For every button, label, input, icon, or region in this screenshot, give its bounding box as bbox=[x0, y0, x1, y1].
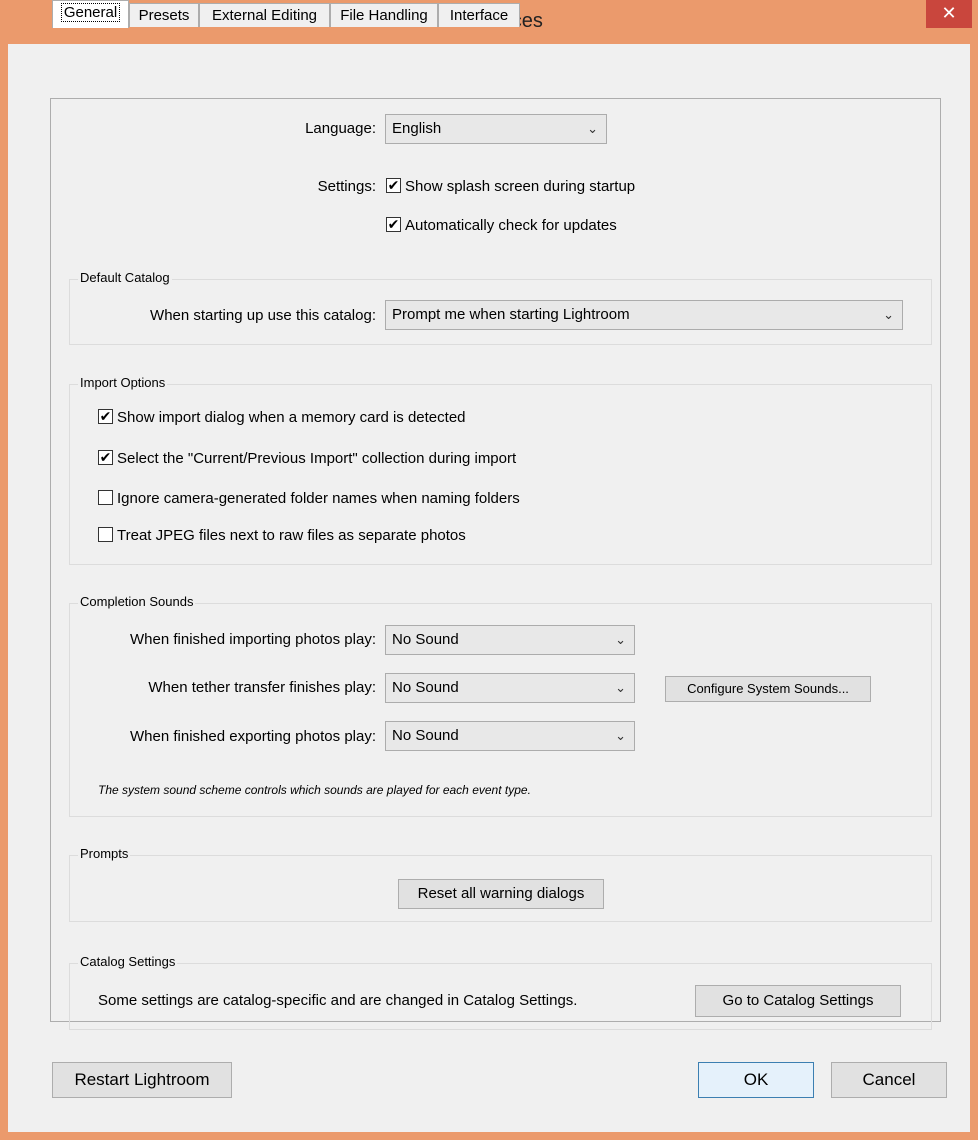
sound-scheme-note: The system sound scheme controls which s… bbox=[98, 783, 531, 797]
checkbox-checked-icon[interactable]: ✔ bbox=[98, 449, 113, 465]
catalog-settings-title: Catalog Settings bbox=[78, 954, 178, 969]
exporting-sound-label: When finished exporting photos play: bbox=[130, 728, 376, 745]
completion-sounds-title: Completion Sounds bbox=[78, 594, 196, 609]
catalog-settings-text: Some settings are catalog-specific and a… bbox=[98, 992, 578, 1009]
check-updates-label: Automatically check for updates bbox=[405, 217, 617, 234]
configure-system-sounds-button[interactable]: Configure System Sounds... bbox=[665, 676, 871, 702]
chevron-down-icon: ⌄ bbox=[883, 307, 894, 322]
cancel-button[interactable]: Cancel bbox=[831, 1062, 947, 1098]
default-catalog-label: When starting up use this catalog: bbox=[150, 307, 376, 324]
tab-general-label: General bbox=[60, 3, 121, 22]
ignore-folder-names-label: Ignore camera-generated folder names whe… bbox=[117, 490, 520, 507]
importing-sound-value: No Sound bbox=[392, 631, 459, 648]
language-select[interactable]: English ⌄ bbox=[385, 114, 607, 144]
tab-external-editing[interactable]: External Editing bbox=[199, 3, 330, 27]
show-splash-label: Show splash screen during startup bbox=[405, 178, 636, 195]
show-splash-checkbox[interactable]: ✔ Show splash screen during startup bbox=[386, 176, 635, 198]
language-label: Language: bbox=[305, 120, 376, 137]
ok-button[interactable]: OK bbox=[698, 1062, 814, 1098]
importing-sound-select[interactable]: No Sound ⌄ bbox=[385, 625, 635, 655]
treat-jpeg-label: Treat JPEG files next to raw files as se… bbox=[117, 527, 466, 544]
reset-warning-dialogs-button[interactable]: Reset all warning dialogs bbox=[398, 879, 604, 909]
exporting-sound-value: No Sound bbox=[392, 727, 459, 744]
importing-sound-label: When finished importing photos play: bbox=[130, 631, 376, 648]
exporting-sound-select[interactable]: No Sound ⌄ bbox=[385, 721, 635, 751]
chevron-down-icon: ⌄ bbox=[615, 632, 626, 647]
ignore-folder-names-checkbox[interactable]: Ignore camera-generated folder names whe… bbox=[98, 488, 520, 510]
import-dialog-label: Show import dialog when a memory card is… bbox=[117, 409, 466, 426]
default-catalog-select[interactable]: Prompt me when starting Lightroom ⌄ bbox=[385, 300, 903, 330]
checkbox-unchecked-icon[interactable] bbox=[98, 526, 113, 542]
tether-sound-select[interactable]: No Sound ⌄ bbox=[385, 673, 635, 703]
import-dialog-checkbox[interactable]: ✔ Show import dialog when a memory card i… bbox=[98, 407, 466, 429]
tether-sound-value: No Sound bbox=[392, 679, 459, 696]
select-collection-checkbox[interactable]: ✔ Select the "Current/Previous Import" co… bbox=[98, 448, 516, 470]
select-collection-label: Select the "Current/Previous Import" col… bbox=[117, 450, 517, 467]
close-icon[interactable]: ✕ bbox=[926, 0, 972, 28]
prompts-title: Prompts bbox=[78, 846, 131, 861]
import-options-title: Import Options bbox=[78, 375, 168, 390]
restart-lightroom-button[interactable]: Restart Lightroom bbox=[52, 1062, 232, 1098]
checkbox-checked-icon[interactable]: ✔ bbox=[386, 177, 401, 193]
default-catalog-title: Default Catalog bbox=[78, 270, 172, 285]
settings-label: Settings: bbox=[317, 178, 376, 195]
tether-sound-label: When tether transfer finishes play: bbox=[148, 679, 376, 696]
tab-general[interactable]: General bbox=[52, 0, 129, 28]
checkbox-checked-icon[interactable]: ✔ bbox=[98, 408, 113, 424]
tab-presets[interactable]: Presets bbox=[129, 3, 199, 27]
chevron-down-icon: ⌄ bbox=[615, 728, 626, 743]
chevron-down-icon: ⌄ bbox=[587, 121, 598, 136]
default-catalog-value: Prompt me when starting Lightroom bbox=[392, 306, 630, 323]
check-updates-checkbox[interactable]: ✔ Automatically check for updates bbox=[386, 215, 617, 237]
go-to-catalog-settings-button[interactable]: Go to Catalog Settings bbox=[695, 985, 901, 1017]
tab-interface[interactable]: Interface bbox=[438, 3, 520, 27]
chevron-down-icon: ⌄ bbox=[615, 680, 626, 695]
checkbox-unchecked-icon[interactable] bbox=[98, 489, 113, 505]
tab-file-handling[interactable]: File Handling bbox=[330, 3, 438, 27]
language-value: English bbox=[392, 120, 442, 137]
treat-jpeg-checkbox[interactable]: Treat JPEG files next to raw files as se… bbox=[98, 525, 466, 547]
checkbox-checked-icon[interactable]: ✔ bbox=[386, 216, 401, 232]
